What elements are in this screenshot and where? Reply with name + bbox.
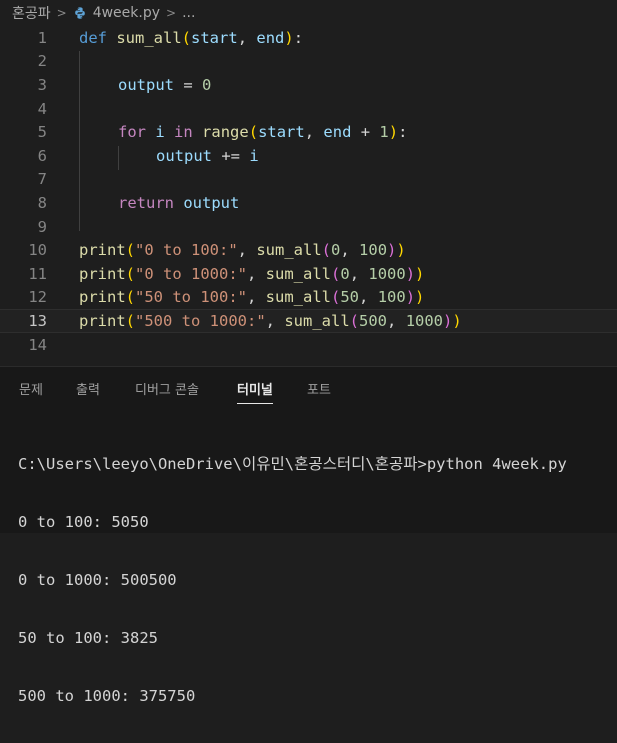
terminal-line: 0 to 1000: 500500 — [18, 571, 177, 589]
python-file-icon — [74, 7, 85, 19]
code-editor[interactable]: 1 def sum_all(start, end): 2 3 output = … — [0, 26, 617, 366]
code-text: return output — [118, 193, 240, 212]
breadcrumb-folder[interactable]: 혼공파 — [12, 3, 51, 23]
code-line: 7 — [0, 168, 617, 192]
code-text: output += i — [156, 146, 259, 165]
code-text: print("50 to 100:", sum_all(50, 100)) — [79, 288, 425, 307]
line-number: 13 — [28, 311, 47, 330]
breadcrumb: 혼공파 > 4week.py > ... — [0, 0, 617, 26]
code-line: 2 — [0, 50, 617, 74]
terminal-line: 500 to 1000: 375750 — [18, 687, 196, 705]
breadcrumb-file[interactable]: 4week.py — [93, 5, 160, 21]
line-number: 11 — [28, 264, 47, 283]
code-line: 6 output += i — [0, 144, 617, 168]
panel-tabs: 문제 출력 디버그 콘솔 터미널 포트 — [0, 367, 617, 409]
line-number: 8 — [37, 193, 47, 212]
line-number: 14 — [28, 335, 47, 354]
code-line: 3 output = 0 — [0, 73, 617, 97]
line-number: 4 — [37, 99, 47, 118]
terminal-output[interactable]: C:\Users\leeyo\OneDrive\이유민\혼공스터디\혼공파>py… — [18, 417, 617, 743]
code-text: print("500 to 1000:", sum_all(500, 1000)… — [79, 311, 462, 330]
tab-output[interactable]: 출력 — [76, 379, 100, 398]
breadcrumb-more[interactable]: ... — [182, 5, 195, 21]
code-line-active: 13 print("500 to 1000:", sum_all(500, 10… — [0, 309, 617, 333]
tab-ports[interactable]: 포트 — [307, 379, 331, 398]
code-text: for i in range(start, end + 1): — [118, 123, 408, 142]
line-number: 12 — [28, 288, 47, 307]
code-line: 5 for i in range(start, end + 1): — [0, 120, 617, 144]
code-line: 8 return output — [0, 191, 617, 215]
line-number: 10 — [28, 241, 47, 260]
code-text: print("0 to 100:", sum_all(0, 100)) — [79, 241, 406, 260]
tab-terminal[interactable]: 터미널 — [237, 379, 273, 404]
code-line: 1 def sum_all(start, end): — [0, 26, 617, 50]
line-number: 9 — [37, 217, 47, 236]
terminal-line: 50 to 100: 3825 — [18, 629, 158, 647]
line-number: 6 — [37, 146, 47, 165]
tab-debug-console[interactable]: 디버그 콘솔 — [135, 379, 199, 398]
chevron-right-icon: > — [56, 6, 67, 20]
code-line: 12 print("50 to 100:", sum_all(50, 100)) — [0, 286, 617, 310]
code-text: output = 0 — [118, 75, 212, 94]
code-text: def sum_all(start, end): — [79, 28, 304, 47]
bottom-panel: 문제 출력 디버그 콘솔 터미널 포트 C:\Users\leeyo\OneDr… — [0, 366, 617, 705]
terminal-line: C:\Users\leeyo\OneDrive\이유민\혼공스터디\혼공파>py… — [18, 455, 567, 473]
chevron-right-icon: > — [166, 6, 177, 20]
line-number: 5 — [37, 123, 47, 142]
code-text: print("0 to 1000:", sum_all(0, 1000)) — [79, 264, 425, 283]
code-line: 9 — [0, 215, 617, 239]
line-number: 3 — [37, 75, 47, 94]
line-number: 7 — [37, 170, 47, 189]
code-line: 10 print("0 to 100:", sum_all(0, 100)) — [0, 238, 617, 262]
code-line: 4 — [0, 97, 617, 121]
terminal-line: 0 to 100: 5050 — [18, 513, 149, 531]
code-line: 11 print("0 to 1000:", sum_all(0, 1000)) — [0, 262, 617, 286]
line-number: 1 — [37, 28, 47, 47]
code-line: 14 — [0, 333, 617, 357]
tab-problems[interactable]: 문제 — [19, 379, 43, 398]
line-number: 2 — [37, 52, 47, 71]
